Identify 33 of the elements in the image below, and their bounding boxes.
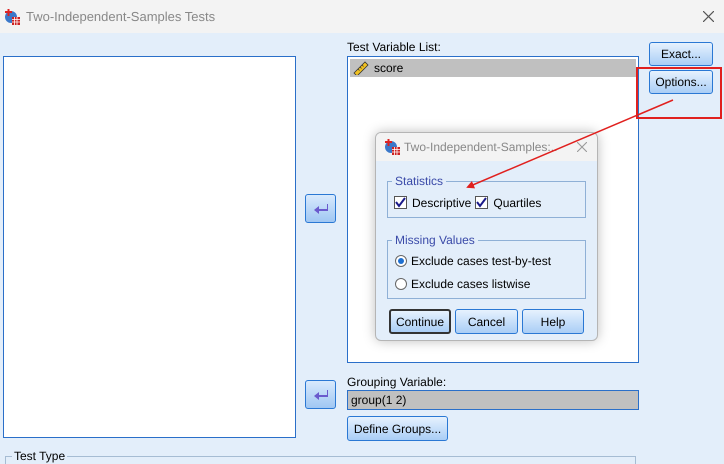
arrow-icon: [314, 202, 328, 214]
group-label: Missing Values: [392, 232, 478, 248]
app-icon: [384, 139, 400, 155]
checkbox-option[interactable]: Quartiles: [475, 194, 542, 212]
app-icon: [4, 8, 20, 24]
grouping-variable-field[interactable]: group(1 2): [347, 390, 639, 410]
radio-option[interactable]: Exclude cases listwise: [395, 275, 585, 293]
define-groups-button[interactable]: Define Groups...: [347, 416, 448, 441]
checkbox[interactable]: [475, 196, 488, 209]
variable-name: score: [374, 60, 404, 77]
window-title: Two-Independent-Samples Tests: [26, 8, 216, 26]
variable-item[interactable]: score: [350, 59, 636, 77]
arrow-icon: [314, 388, 328, 400]
radio-button[interactable]: [395, 278, 407, 290]
group-label: Test Type: [12, 449, 68, 463]
close-icon[interactable]: [703, 11, 714, 22]
radio-button[interactable]: [395, 255, 407, 267]
check-icon: [395, 197, 406, 208]
check-icon: [476, 197, 488, 208]
dialog-button[interactable]: Exact...: [649, 42, 713, 66]
grouping-label: Grouping Variable:: [347, 374, 448, 390]
list-label: Test Variable List:: [347, 39, 442, 56]
dialog-button[interactable]: Continue: [389, 309, 451, 334]
dialog-title: Two-Independent-Samples:..: [404, 139, 558, 156]
checkbox-option[interactable]: Descriptive: [394, 194, 472, 212]
dialog-button[interactable]: Cancel: [455, 309, 518, 334]
ruler-icon: [353, 61, 369, 75]
checkbox[interactable]: [394, 196, 407, 209]
radio-option[interactable]: Exclude cases test-by-test: [395, 252, 585, 270]
dialog-button[interactable]: Options...: [649, 70, 713, 94]
dialog-button[interactable]: Help: [522, 309, 584, 334]
move-button[interactable]: [305, 380, 336, 409]
move-button[interactable]: [305, 194, 336, 223]
